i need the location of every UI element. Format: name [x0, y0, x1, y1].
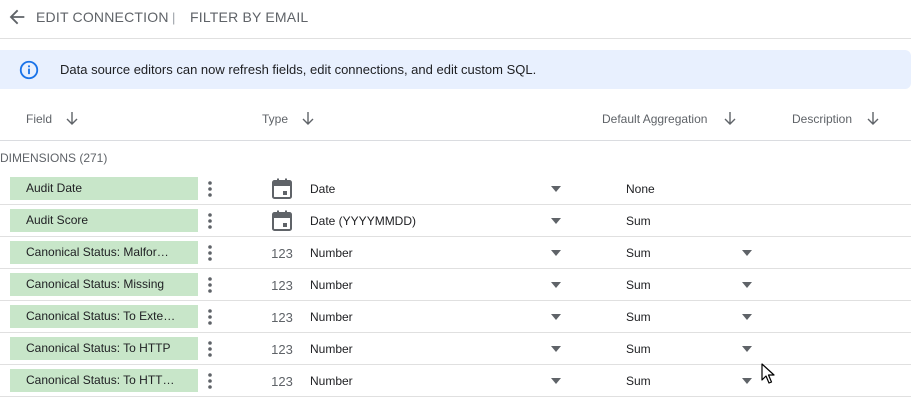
sort-arrow-down-icon[interactable] — [865, 110, 881, 128]
type-select-value[interactable]: Number — [310, 246, 353, 260]
calendar-icon — [272, 178, 292, 199]
arrow-back-icon[interactable] — [6, 6, 28, 28]
field-chip[interactable]: Audit Date — [10, 177, 198, 200]
table-row: Audit Date Date None — [0, 173, 911, 205]
dropdown-caret-icon[interactable] — [741, 377, 753, 385]
dropdown-caret-icon[interactable] — [550, 185, 562, 193]
type-select-value[interactable]: Number — [310, 310, 353, 324]
table-row: Canonical Status: To Exte… 123 Number Su… — [0, 301, 911, 333]
field-chip[interactable]: Canonical Status: Malfor… — [10, 241, 198, 264]
dropdown-caret-icon[interactable] — [550, 249, 562, 257]
table-row: Audit Score Date (YYYYMMDD) Sum — [0, 205, 911, 237]
more-vert-icon[interactable] — [203, 275, 217, 295]
number-icon: 123 — [271, 245, 293, 261]
more-vert-icon[interactable] — [203, 243, 217, 263]
page-title[interactable]: EDIT CONNECTION — [36, 9, 169, 25]
number-icon: 123 — [271, 341, 293, 357]
more-vert-icon[interactable] — [203, 179, 217, 199]
number-icon: 123 — [271, 373, 293, 389]
aggregation-select-value[interactable]: Sum — [626, 342, 651, 356]
table-row: Canonical Status: Malfor… 123 Number Sum — [0, 237, 911, 269]
number-icon: 123 — [271, 309, 293, 325]
dropdown-caret-icon[interactable] — [550, 313, 562, 321]
calendar-icon — [272, 210, 292, 231]
sort-arrow-down-icon[interactable] — [722, 110, 738, 128]
more-vert-icon[interactable] — [203, 339, 217, 359]
info-icon — [19, 60, 39, 80]
field-chip[interactable]: Canonical Status: To HTTP — [10, 337, 198, 360]
more-vert-icon[interactable] — [203, 371, 217, 391]
field-chip[interactable]: Canonical Status: To HTT… — [10, 369, 198, 392]
dropdown-caret-icon[interactable] — [550, 345, 562, 353]
field-chip[interactable]: Audit Score — [10, 209, 198, 232]
sort-arrow-down-icon[interactable] — [64, 110, 80, 128]
table-row: Canonical Status: Missing 123 Number Sum — [0, 269, 911, 301]
field-chip[interactable]: Canonical Status: Missing — [10, 273, 198, 296]
dropdown-caret-icon[interactable] — [550, 281, 562, 289]
aggregation-select-value[interactable]: Sum — [626, 310, 651, 324]
field-chip[interactable]: Canonical Status: To Exte… — [10, 305, 198, 328]
column-header-aggregation[interactable]: Default Aggregation — [602, 112, 707, 126]
aggregation-select-value[interactable]: Sum — [626, 246, 651, 260]
info-banner: Data source editors can now refresh fiel… — [0, 50, 911, 89]
dropdown-caret-icon[interactable] — [741, 345, 753, 353]
dropdown-caret-icon[interactable] — [741, 313, 753, 321]
table-row: Canonical Status: To HTTP 123 Number Sum — [0, 333, 911, 365]
header-divider — [0, 140, 911, 141]
title-separator: | — [172, 10, 176, 25]
aggregation-value: None — [626, 182, 655, 196]
dropdown-caret-icon[interactable] — [550, 217, 562, 225]
top-bar: EDIT CONNECTION | FILTER BY EMAIL — [0, 0, 911, 39]
aggregation-value: Sum — [626, 214, 651, 228]
mouse-pointer-icon — [761, 363, 775, 384]
aggregation-select-value[interactable]: Sum — [626, 374, 651, 388]
type-select-value[interactable]: Number — [310, 374, 353, 388]
dropdown-caret-icon[interactable] — [741, 281, 753, 289]
banner-text: Data source editors can now refresh fiel… — [60, 62, 537, 77]
column-header-field[interactable]: Field — [26, 112, 52, 126]
column-header-description[interactable]: Description — [792, 112, 852, 126]
type-select-value[interactable]: Date (YYYYMMDD) — [310, 214, 416, 228]
sort-arrow-down-icon[interactable] — [300, 110, 316, 128]
number-icon: 123 — [271, 277, 293, 293]
column-header-type[interactable]: Type — [262, 112, 288, 126]
dropdown-caret-icon[interactable] — [550, 377, 562, 385]
dropdown-caret-icon[interactable] — [741, 249, 753, 257]
more-vert-icon[interactable] — [203, 211, 217, 231]
dimensions-section-label: DIMENSIONS (271) — [0, 151, 108, 165]
aggregation-select-value[interactable]: Sum — [626, 278, 651, 292]
type-select-value[interactable]: Number — [310, 342, 353, 356]
more-vert-icon[interactable] — [203, 307, 217, 327]
type-select-value[interactable]: Number — [310, 278, 353, 292]
type-select-value[interactable]: Date — [310, 182, 335, 196]
data-source-name[interactable]: FILTER BY EMAIL — [190, 9, 308, 25]
